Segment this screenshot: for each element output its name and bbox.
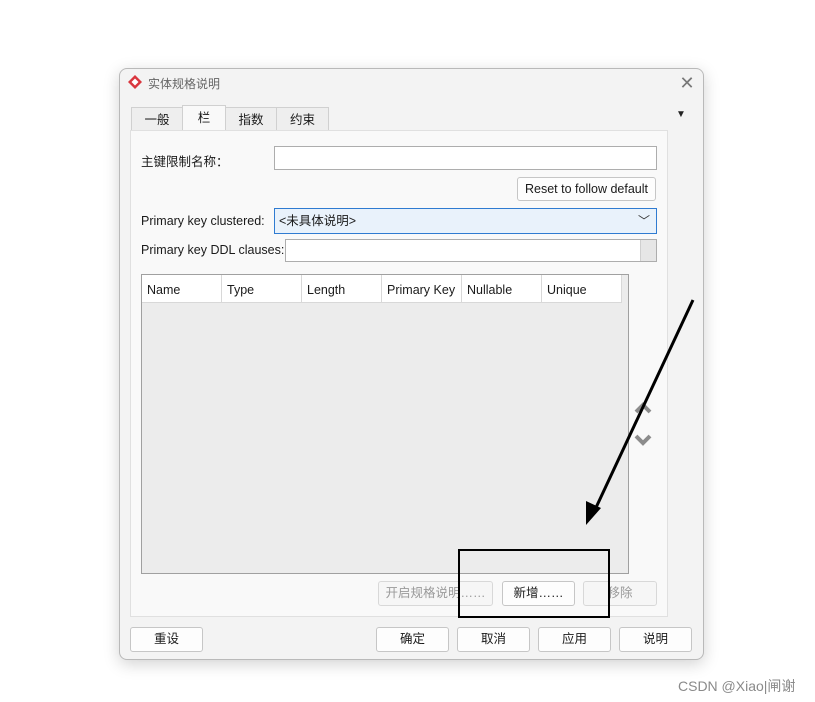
tab-overflow-menu-icon[interactable]: ▼ [676,109,686,120]
watermark: CSDN @Xiao|闸谢 [678,678,796,694]
app-logo-icon [128,75,142,89]
pk-name-label: 主键限制名称： [141,155,229,169]
col-header-unique[interactable]: Unique [542,275,622,303]
col-header-length[interactable]: Length [302,275,382,303]
ok-button[interactable]: 确定 [376,627,449,652]
clustered-label: Primary key clustered: [141,214,265,228]
close-icon[interactable]: ✕ [678,74,696,92]
cancel-button[interactable]: 取消 [457,627,530,652]
col-header-type[interactable]: Type [222,275,302,303]
move-up-icon[interactable] [634,401,652,415]
annotation-highlight-box [458,549,610,618]
tab-general[interactable]: 一般 [131,107,183,131]
clustered-select[interactable]: <未具体说明> ﹀ [274,208,657,234]
col-header-primary-key[interactable]: Primary Key [382,275,462,303]
pk-name-input[interactable] [274,146,657,170]
chevron-down-icon: ﹀ [637,214,650,228]
tab-constraints[interactable]: 约束 [276,107,329,131]
help-button[interactable]: 说明 [619,627,692,652]
tab-indexes[interactable]: 指数 [225,107,277,131]
move-down-icon[interactable] [634,433,652,447]
apply-button[interactable]: 应用 [538,627,611,652]
col-header-name[interactable]: Name [142,275,222,303]
ddl-ellipsis-button[interactable] [640,240,656,261]
tab-columns[interactable]: 栏 [182,105,226,132]
col-header-nullable[interactable]: Nullable [462,275,542,303]
clustered-select-value: <未具体说明> [279,214,357,228]
grid-header: Name Type Length Primary Key Nullable Un… [142,275,622,303]
columns-grid[interactable]: Name Type Length Primary Key Nullable Un… [141,274,629,574]
reset-button[interactable]: 重设 [130,627,203,652]
ddl-input[interactable] [285,239,657,262]
reset-to-default-button[interactable]: Reset to follow default [517,177,656,201]
ddl-label: Primary key DDL clauses: [141,243,285,257]
dialog-title: 实体规格说明 [148,77,221,91]
